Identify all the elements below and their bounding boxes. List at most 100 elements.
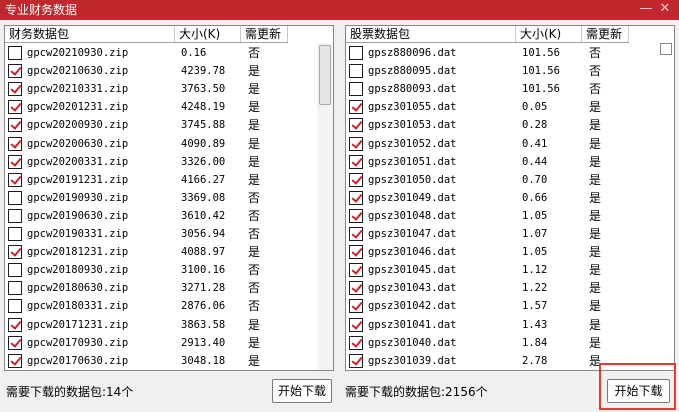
row-checkbox[interactable] — [349, 190, 363, 205]
row-checkbox[interactable] — [349, 353, 363, 368]
list-row[interactable]: gpsz301049.dat 0.66 是 — [346, 189, 646, 208]
row-checkbox[interactable] — [8, 335, 22, 350]
list-row[interactable]: gpcw20210331.zip 3763.50 是 — [5, 80, 305, 99]
list-row[interactable]: gpcw20170930.zip 2913.40 是 — [5, 334, 305, 353]
row-checkbox[interactable] — [349, 281, 363, 296]
minimize-icon[interactable]: — — [637, 0, 655, 20]
row-checkbox[interactable] — [8, 136, 22, 151]
list-row[interactable]: gpcw20171231.zip 3863.58 是 — [5, 316, 305, 335]
list-row[interactable]: gpcw20170630.zip 3048.18 是 — [5, 352, 305, 370]
financial-list-header: 财务数据包 大小(K) 需更新 — [5, 26, 333, 43]
row-checkbox[interactable] — [349, 136, 363, 151]
row-checkbox[interactable] — [8, 154, 22, 169]
row-checkbox[interactable] — [349, 335, 363, 350]
row-checkbox[interactable] — [349, 82, 363, 97]
list-row[interactable]: gpcw20190930.zip 3369.08 否 — [5, 189, 305, 208]
row-checkbox[interactable] — [349, 46, 363, 60]
list-row[interactable]: gpsz301051.dat 0.44 是 — [346, 153, 646, 172]
row-checkbox[interactable] — [8, 118, 22, 133]
row-checkbox[interactable] — [349, 299, 363, 314]
row-checkbox[interactable] — [8, 245, 22, 260]
needs-update: 是 — [248, 154, 261, 169]
row-checkbox[interactable] — [8, 227, 22, 241]
list-row[interactable]: gpsz301048.dat 1.05 是 — [346, 207, 646, 226]
list-row[interactable]: gpcw20180630.zip 3271.28 否 — [5, 279, 305, 298]
financial-data-list[interactable]: 财务数据包 大小(K) 需更新 gpcw20210930.zip 0.16 否 gpc… — [4, 25, 334, 371]
row-checkbox[interactable] — [8, 172, 22, 187]
list-row[interactable]: gpcw20180331.zip 2876.06 否 — [5, 297, 305, 316]
list-row[interactable]: gpsz880093.dat 101.56 否 — [346, 80, 646, 99]
list-row[interactable]: gpsz301053.dat 0.28 是 — [346, 116, 646, 135]
list-row[interactable]: gpcw20191231.zip 4166.27 是 — [5, 171, 305, 190]
list-row[interactable]: gpcw20180930.zip 3100.16 否 — [5, 261, 305, 280]
list-row[interactable]: gpsz301041.dat 1.43 是 — [346, 316, 646, 335]
row-checkbox[interactable] — [8, 208, 22, 223]
column-header-size[interactable]: 大小(K) — [516, 26, 582, 43]
list-row[interactable]: gpsz301040.dat 1.84 是 — [346, 334, 646, 353]
needs-update: 是 — [589, 245, 602, 260]
row-checkbox[interactable] — [8, 353, 22, 368]
column-header-name[interactable]: 股票数据包 — [346, 26, 516, 43]
file-name: gpsz301052.dat — [368, 137, 457, 150]
list-row[interactable]: gpsz880095.dat 101.56 否 — [346, 62, 646, 81]
list-row[interactable]: gpcw20190630.zip 3610.42 否 — [5, 207, 305, 226]
row-checkbox[interactable] — [8, 64, 22, 79]
list-row[interactable]: gpcw20181231.zip 4088.97 是 — [5, 243, 305, 262]
row-checkbox[interactable] — [8, 317, 22, 332]
column-header-update[interactable]: 需更新 — [582, 26, 629, 43]
list-row[interactable]: gpsz301050.dat 0.70 是 — [346, 171, 646, 190]
list-row[interactable]: gpsz301055.dat 0.05 是 — [346, 98, 646, 117]
row-checkbox[interactable] — [349, 100, 363, 115]
row-checkbox[interactable] — [8, 263, 22, 278]
select-all-checkbox[interactable] — [660, 43, 672, 55]
window-title: 专业财务数据 — [5, 3, 78, 17]
file-size: 3610.42 — [181, 209, 226, 222]
column-header-update[interactable]: 需更新 — [241, 26, 288, 43]
needs-update: 否 — [248, 208, 261, 223]
list-row[interactable]: gpcw20201231.zip 4248.19 是 — [5, 98, 305, 117]
row-checkbox[interactable] — [349, 263, 363, 278]
scrollbar-thumb[interactable] — [319, 45, 331, 105]
row-checkbox[interactable] — [8, 100, 22, 115]
list-row[interactable]: gpcw20200930.zip 3745.88 是 — [5, 116, 305, 135]
list-row[interactable]: gpcw20210630.zip 4239.78 是 — [5, 62, 305, 81]
needs-update: 是 — [589, 335, 602, 350]
row-checkbox[interactable] — [8, 82, 22, 97]
stock-data-list[interactable]: 股票数据包 大小(K) 需更新 gpsz880096.dat 101.56 否 gps… — [345, 25, 675, 371]
list-row[interactable]: gpsz301043.dat 1.22 是 — [346, 279, 646, 298]
file-size: 2913.40 — [181, 336, 226, 349]
list-row[interactable]: gpsz880096.dat 101.56 否 — [346, 44, 646, 63]
row-checkbox[interactable] — [349, 227, 363, 241]
list-row[interactable]: gpsz301045.dat 1.12 是 — [346, 261, 646, 280]
row-checkbox[interactable] — [349, 317, 363, 332]
file-name: gpsz301050.dat — [368, 173, 457, 186]
row-checkbox[interactable] — [8, 190, 22, 205]
list-row[interactable]: gpsz301047.dat 1.07 是 — [346, 225, 646, 244]
row-checkbox[interactable] — [349, 64, 363, 79]
file-size: 3863.58 — [181, 318, 226, 331]
start-download-financial-button[interactable]: 开始下载 — [272, 379, 332, 403]
row-checkbox[interactable] — [8, 281, 22, 296]
list-row[interactable]: gpcw20210930.zip 0.16 否 — [5, 44, 305, 63]
row-checkbox[interactable] — [8, 299, 22, 314]
row-checkbox[interactable] — [349, 118, 363, 133]
row-checkbox[interactable] — [349, 172, 363, 187]
list-row[interactable]: gpsz301046.dat 1.05 是 — [346, 243, 646, 262]
file-size: 3100.16 — [181, 264, 226, 277]
row-checkbox[interactable] — [8, 46, 22, 60]
list-row[interactable]: gpsz301042.dat 1.57 是 — [346, 297, 646, 316]
list-row[interactable]: gpcw20200630.zip 4090.89 是 — [5, 135, 305, 154]
vertical-scrollbar[interactable] — [317, 43, 333, 370]
row-checkbox[interactable] — [349, 154, 363, 169]
row-checkbox[interactable] — [349, 245, 363, 260]
close-icon[interactable]: ✕ — [656, 0, 674, 20]
list-row[interactable]: gpsz301052.dat 0.41 是 — [346, 135, 646, 154]
row-checkbox[interactable] — [349, 208, 363, 223]
column-header-size[interactable]: 大小(K) — [175, 26, 241, 43]
file-size: 0.28 — [522, 119, 548, 132]
file-size: 3745.88 — [181, 119, 226, 132]
list-row[interactable]: gpcw20190331.zip 3056.94 否 — [5, 225, 305, 244]
list-row[interactable]: gpcw20200331.zip 3326.00 是 — [5, 153, 305, 172]
column-header-name[interactable]: 财务数据包 — [5, 26, 175, 43]
file-name: gpcw20210630.zip — [27, 65, 129, 78]
